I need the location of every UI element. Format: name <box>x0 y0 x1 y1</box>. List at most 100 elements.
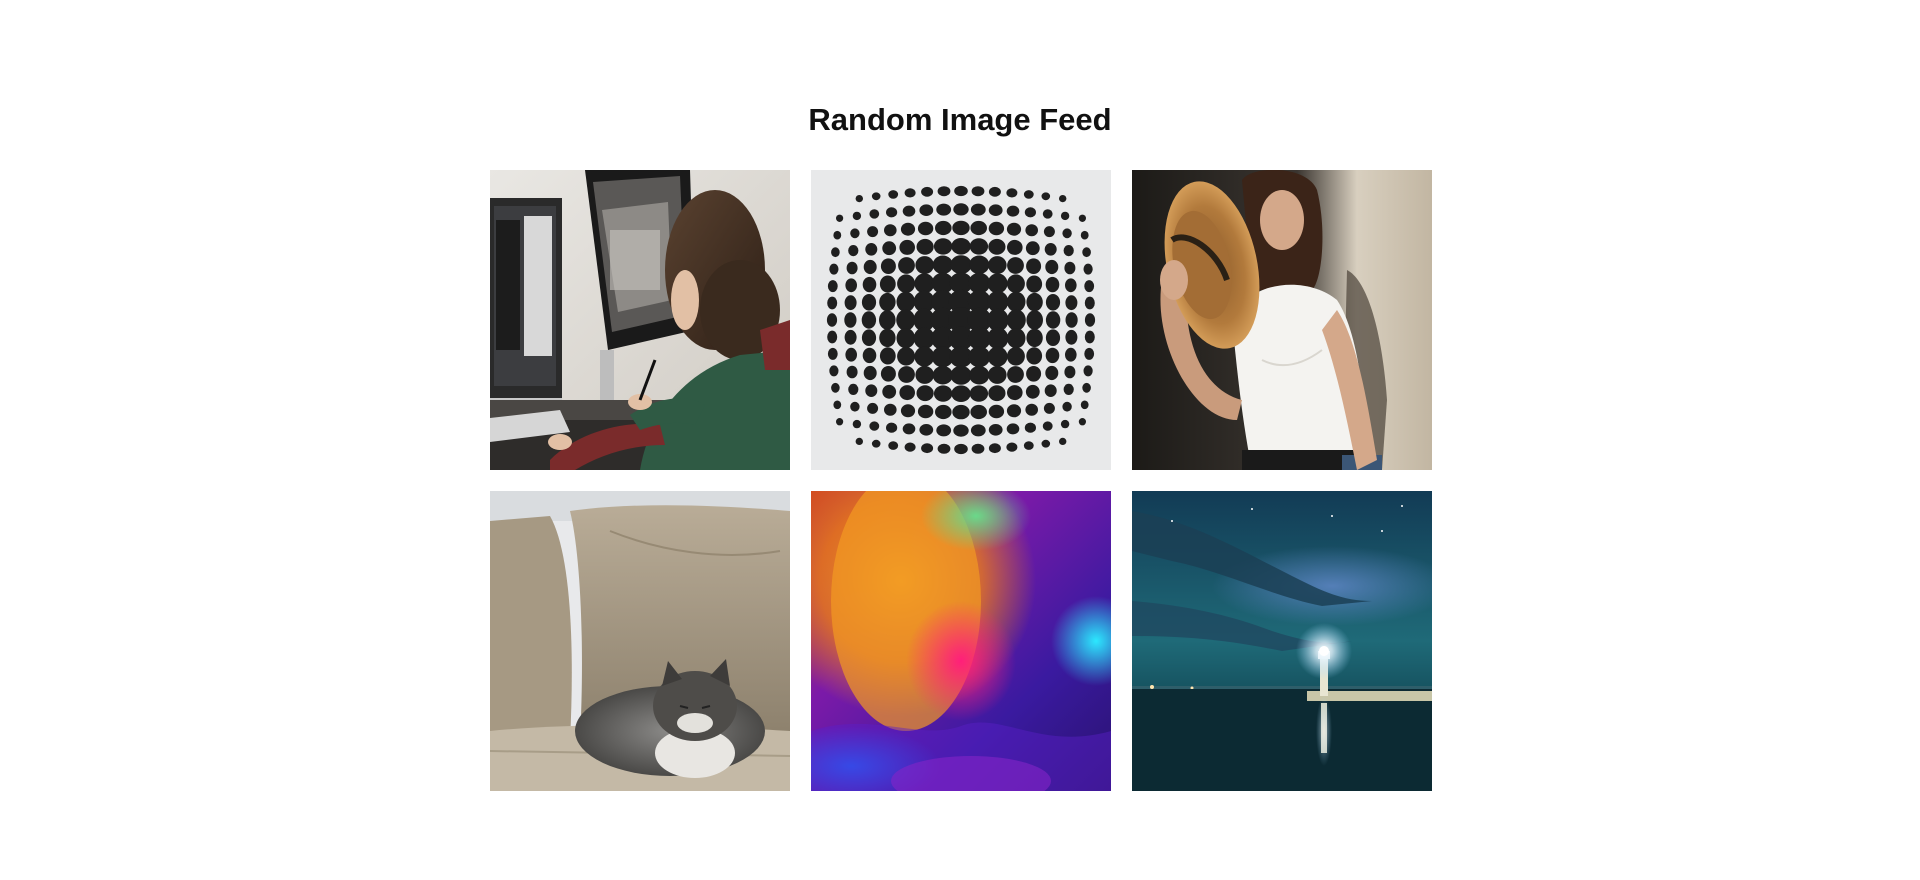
halftone-dot <box>1006 404 1022 418</box>
halftone-dot <box>904 188 916 198</box>
halftone-dot <box>970 203 986 216</box>
halftone-dot <box>1007 366 1024 383</box>
halftone-dot <box>971 443 985 454</box>
halftone-dot <box>916 238 934 255</box>
halftone-dot <box>827 330 838 344</box>
halftone-dot <box>1065 312 1078 328</box>
halftone-dot <box>1007 385 1023 401</box>
halftone-dot <box>954 443 968 455</box>
halftone-dot <box>1043 226 1055 238</box>
halftone-dot <box>937 186 951 197</box>
halftone-dot <box>1064 365 1076 379</box>
halftone-dot <box>867 402 879 414</box>
feed-image-cat-on-sofa[interactable] <box>490 491 790 791</box>
halftone-dot <box>933 385 953 402</box>
halftone-dot <box>933 238 953 255</box>
halftone-dot <box>848 383 859 395</box>
halftone-dot <box>902 205 916 217</box>
halftone-dot <box>879 292 896 312</box>
halftone-dot <box>826 313 838 327</box>
page-title: Random Image Feed <box>808 102 1112 137</box>
halftone-dot <box>1065 278 1077 293</box>
halftone-dot <box>1084 313 1096 327</box>
halftone-dot <box>1063 245 1074 257</box>
halftone-dot <box>953 203 969 216</box>
halftone-dot <box>1083 263 1093 275</box>
colorful-gradient-abstract-image <box>811 491 1111 791</box>
halftone-dot <box>1026 275 1043 293</box>
halftone-dot <box>899 385 915 401</box>
halftone-dot <box>916 385 934 402</box>
halftone-dot <box>1082 382 1091 393</box>
halftone-dot <box>836 214 844 222</box>
halftone-dot <box>988 238 1006 255</box>
halftone-dot <box>1025 384 1040 399</box>
halftone-dot <box>1084 330 1095 344</box>
halftone-dot <box>1084 347 1095 360</box>
halftone-dot <box>898 366 915 383</box>
page: Random Image Feed <box>0 0 1920 880</box>
halftone-dot <box>884 224 897 237</box>
halftone-dot <box>1044 384 1057 397</box>
halftone-dot <box>863 259 877 275</box>
halftone-dot <box>884 403 897 416</box>
image-grid <box>490 170 1432 791</box>
woman-at-computer-image <box>490 170 790 470</box>
halftone-dot <box>844 312 857 328</box>
halftone-dot <box>1059 437 1067 445</box>
halftone-dot <box>988 365 1007 384</box>
halftone-dot <box>970 404 987 420</box>
halftone-dot <box>1026 328 1043 348</box>
feed-image-woman-at-computer[interactable] <box>490 170 790 470</box>
halftone-dot <box>1084 280 1095 293</box>
halftone-dot <box>1063 383 1074 395</box>
halftone-dot <box>1062 228 1072 239</box>
halftone-dot <box>932 255 953 275</box>
feed-image-colorful-gradient-abstract[interactable] <box>811 491 1111 791</box>
feed-image-halftone-dot-sphere[interactable] <box>811 170 1111 470</box>
halftone-dot <box>935 404 952 420</box>
halftone-dot <box>882 241 897 256</box>
halftone-dot <box>869 209 880 219</box>
halftone-dot <box>917 221 934 236</box>
halftone-dot <box>936 424 952 437</box>
halftone-dot <box>863 365 877 381</box>
feed-image-lighthouse-at-night[interactable] <box>1132 491 1432 791</box>
halftone-dot <box>1007 239 1023 255</box>
halftone-dot <box>852 211 862 221</box>
halftone-dot <box>831 382 840 393</box>
halftone-dot <box>855 195 863 203</box>
halftone-dot <box>897 347 916 366</box>
halftone-dot <box>827 347 838 360</box>
halftone-dot <box>888 190 899 199</box>
halftone-dot <box>1006 291 1026 312</box>
halftone-dot <box>855 437 863 445</box>
halftone-dot <box>1042 209 1053 219</box>
halftone-dot <box>1025 403 1038 416</box>
halftone-dot <box>867 226 879 238</box>
halftone-dot <box>861 294 877 311</box>
halftone-dot <box>1045 259 1059 275</box>
halftone-dot <box>952 404 970 420</box>
halftone-dot <box>1078 214 1086 222</box>
halftone-dot <box>1080 400 1089 410</box>
halftone-dot <box>896 309 916 331</box>
halftone-dot <box>850 228 860 239</box>
halftone-dot <box>904 442 916 452</box>
halftone-dot <box>987 346 1008 367</box>
halftone-dot <box>1006 188 1018 198</box>
halftone-dot <box>1078 418 1086 426</box>
halftone-dot <box>865 243 878 256</box>
cat-on-sofa-image <box>490 491 790 791</box>
feed-image-woman-with-straw-hat[interactable] <box>1132 170 1432 470</box>
halftone-dot <box>1041 192 1051 201</box>
halftone-dot <box>1006 347 1025 366</box>
halftone-dot <box>1024 207 1036 218</box>
halftone-dot <box>879 347 896 365</box>
halftone-dot <box>900 222 916 236</box>
halftone-dot <box>846 365 858 379</box>
halftone-dot <box>988 404 1005 419</box>
halftone-dot <box>1006 274 1025 293</box>
halftone-dot <box>1060 211 1070 221</box>
halftone-dot <box>865 384 878 397</box>
